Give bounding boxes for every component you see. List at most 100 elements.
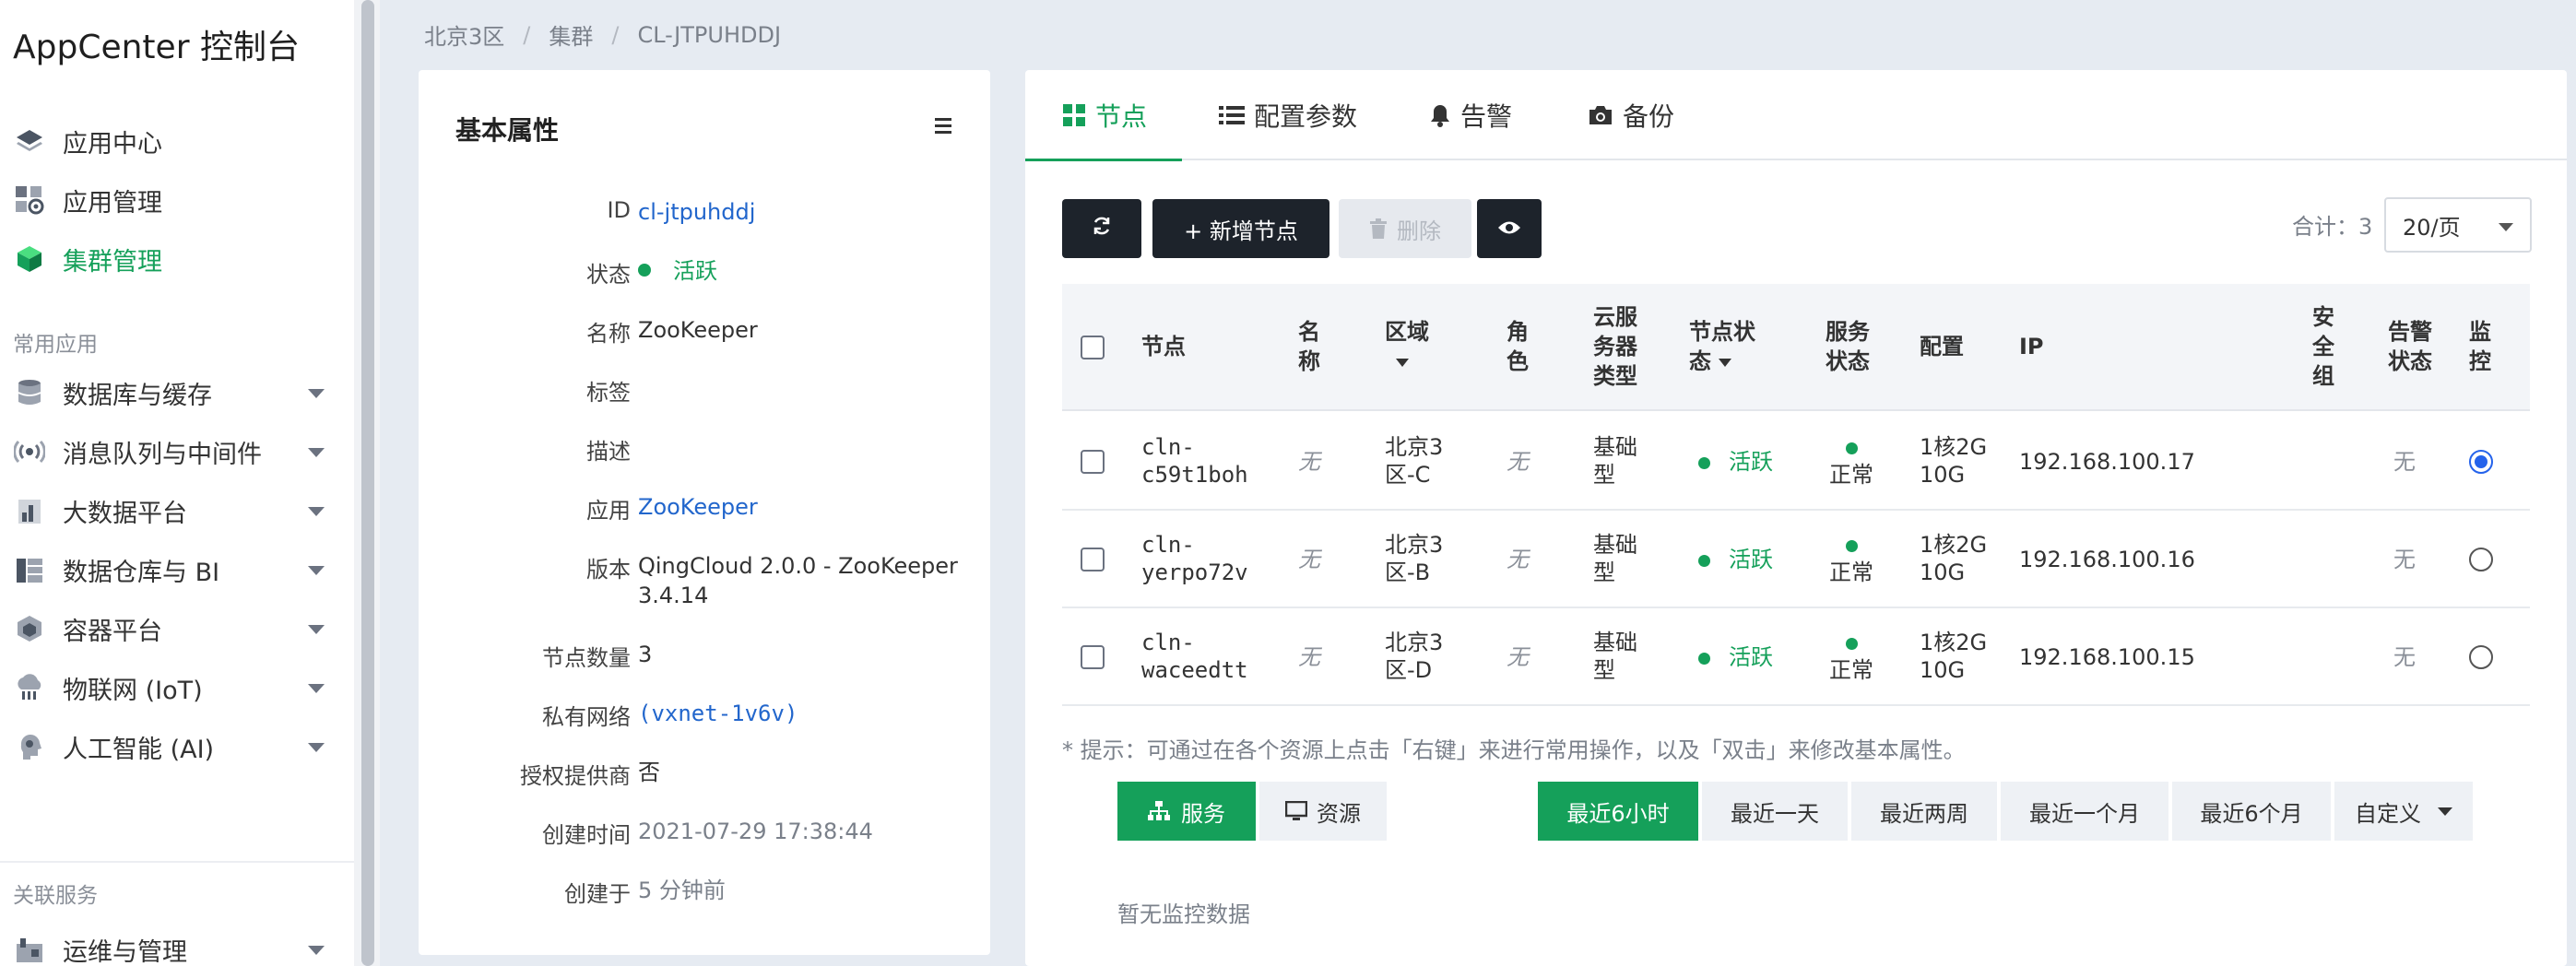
- monitor-radio[interactable]: [2469, 450, 2493, 474]
- add-node-button[interactable]: + 新增节点: [1152, 199, 1329, 258]
- node-id[interactable]: cln-c59t1boh: [1141, 433, 1261, 489]
- prop-value-name: ZooKeeper: [638, 317, 758, 343]
- table-row[interactable]: cln-c59t1boh 无 北京3区-C 无 基础型 活跃 正常 1核2G 1…: [1062, 413, 2530, 511]
- sidebar-scrollbar-thumb[interactable]: [361, 0, 374, 966]
- sidebar-item-app-center[interactable]: 应用中心: [0, 115, 354, 167]
- row-checkbox[interactable]: [1081, 645, 1105, 669]
- bar-chart-icon: [13, 494, 46, 527]
- table-row[interactable]: cln-yerpo72v 无 北京3区-B 无 基础型 活跃 正常 1核2G 1…: [1062, 511, 2530, 608]
- view-resource-button[interactable]: 资源: [1259, 782, 1388, 841]
- sort-icon: [1396, 358, 1409, 367]
- chevron-down-icon[interactable]: [308, 743, 325, 752]
- prop-value-vxnet[interactable]: (vxnet-1v6v): [638, 699, 979, 728]
- tab-config[interactable]: 配置参数: [1219, 70, 1357, 160]
- node-zone: 北京3区-C: [1385, 434, 1444, 488]
- status-dot: [1698, 555, 1710, 567]
- node-status: 活跃: [1698, 448, 1773, 476]
- tab-backup[interactable]: 备份: [1588, 70, 1674, 160]
- sidebar-item-database[interactable]: 数据库与缓存: [0, 367, 354, 418]
- total-count: 合计：3: [2292, 214, 2373, 240]
- sidebar-item-cluster-management[interactable]: 集群管理: [0, 233, 354, 285]
- col-node-status[interactable]: 节点状态: [1689, 317, 1772, 376]
- prop-label: 创建时间: [542, 822, 631, 848]
- sidebar-item-label: 集群管理: [63, 247, 162, 277]
- sidebar-item-ops[interactable]: 运维与管理: [0, 924, 354, 966]
- app-grid-gear-icon: [13, 183, 46, 217]
- row-checkbox[interactable]: [1081, 450, 1105, 474]
- table-row[interactable]: cln-waceedtt 无 北京3区-D 无 基础型 活跃 正常 1核2G 1…: [1062, 608, 2530, 706]
- tab-label: 节点: [1095, 101, 1148, 132]
- app-title: AppCenter 控制台: [13, 29, 300, 66]
- range-2w-button[interactable]: 最近两周: [1851, 782, 1999, 841]
- view-service-button[interactable]: 服务: [1117, 782, 1258, 841]
- sidebar-item-data-warehouse[interactable]: 数据仓库与 BI: [0, 544, 354, 595]
- sitemap-icon: [1148, 801, 1170, 821]
- chevron-down-icon[interactable]: [308, 684, 325, 693]
- breadcrumb-zone[interactable]: 北京3区: [424, 18, 504, 51]
- chevron-down-icon[interactable]: [308, 625, 325, 634]
- prop-value-id[interactable]: cl-jtpuhddj: [638, 197, 979, 227]
- hamburger-menu-icon[interactable]: [935, 111, 964, 140]
- sidebar-item-app-management[interactable]: 应用管理: [0, 174, 354, 226]
- sidebar-item-iot[interactable]: 物联网 (IoT): [0, 662, 354, 713]
- row-checkbox[interactable]: [1081, 548, 1105, 571]
- tab-nodes[interactable]: 节点: [1062, 70, 1147, 160]
- col-zone[interactable]: 区域: [1385, 317, 1449, 376]
- chevron-down-icon[interactable]: [308, 389, 325, 398]
- range-custom-dropdown[interactable]: 自定义: [2334, 782, 2473, 841]
- chevron-down-icon[interactable]: [308, 448, 325, 457]
- delete-button[interactable]: 删除: [1339, 199, 1471, 258]
- breadcrumb-clusters[interactable]: 集群: [549, 18, 593, 51]
- sidebar-item-ai[interactable]: 人工智能 (AI): [0, 721, 354, 772]
- chevron-down-icon[interactable]: [308, 946, 325, 955]
- refresh-icon: [1090, 214, 1114, 243]
- node-status: 活跃: [1698, 643, 1773, 671]
- cluster-detail-card: 节点 配置参数 告警 备份 + 新增节点 删除 合计：3 20/页 节点 名称 …: [1025, 70, 2567, 966]
- node-id[interactable]: cln-waceedtt: [1141, 629, 1261, 684]
- node-zone: 北京3区-B: [1385, 532, 1444, 585]
- range-1m-button[interactable]: 最近一个月: [2001, 782, 2170, 841]
- node-config: 1核2G 10G: [1920, 434, 1988, 488]
- range-6h-button[interactable]: 最近6小时: [1538, 782, 1700, 841]
- node-alarm: 无: [2393, 644, 2416, 670]
- node-name: 无: [1298, 644, 1320, 670]
- col-server-type: 云服务器类型: [1593, 304, 1637, 389]
- view-columns-button[interactable]: [1477, 199, 1542, 258]
- service-status-text: 正常: [1829, 657, 1873, 683]
- range-1d-button[interactable]: 最近一天: [1702, 782, 1849, 841]
- node-status-text: 活跃: [1729, 547, 1773, 572]
- page-size-select[interactable]: 20/页: [2384, 197, 2532, 253]
- chevron-down-icon[interactable]: [308, 507, 325, 516]
- sidebar-item-big-data[interactable]: 大数据平台: [0, 485, 354, 536]
- sidebar-item-label: 消息队列与中间件: [63, 440, 262, 469]
- bell-icon: [1429, 103, 1451, 127]
- monitor-icon: [1285, 801, 1307, 821]
- col-zone-label: 区域: [1385, 319, 1429, 345]
- prop-value-app[interactable]: ZooKeeper: [638, 492, 979, 522]
- prop-value-created-time: 2021-07-29 17:38:44: [638, 819, 873, 844]
- hint-text: * 提示：可通过在各个资源上点击「右键」来进行常用操作，以及「双击」来修改基本属…: [1062, 737, 1966, 763]
- select-all-checkbox[interactable]: [1081, 336, 1105, 359]
- sidebar-item-label: 人工智能 (AI): [63, 735, 215, 764]
- monitor-radio[interactable]: [2469, 645, 2493, 669]
- range-6m-button[interactable]: 最近6个月: [2172, 782, 2333, 841]
- prop-label: 私有网络: [542, 704, 631, 730]
- prop-label: 标签: [586, 380, 631, 406]
- col-name: 名称: [1298, 319, 1320, 374]
- monitor-radio[interactable]: [2469, 548, 2493, 571]
- chevron-down-icon[interactable]: [308, 566, 325, 575]
- sidebar-item-label: 应用管理: [63, 188, 162, 218]
- sidebar-item-message-queue[interactable]: 消息队列与中间件: [0, 426, 354, 477]
- node-id[interactable]: cln-yerpo72v: [1141, 531, 1261, 586]
- prop-value-license: 否: [638, 760, 660, 785]
- sidebar-item-container[interactable]: 容器平台: [0, 603, 354, 654]
- status-dot: [1845, 638, 1858, 650]
- breadcrumb-separator: /: [611, 21, 620, 48]
- refresh-button[interactable]: [1062, 199, 1141, 258]
- tab-bar: 节点 配置参数 告警 备份: [1025, 70, 2567, 161]
- col-role: 角色: [1507, 319, 1529, 374]
- status-dot: [638, 264, 651, 277]
- sidebar-item-label: 应用中心: [63, 129, 162, 159]
- service-status-text: 正常: [1829, 560, 1873, 585]
- tab-alerts[interactable]: 告警: [1429, 70, 1512, 160]
